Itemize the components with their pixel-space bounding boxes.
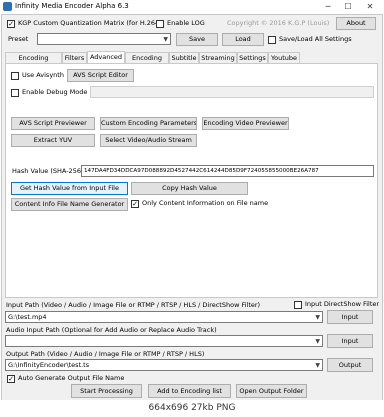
input-path-value: G:\test.mp4 bbox=[8, 313, 47, 321]
tab-encoding-list[interactable]: Encoding List bbox=[125, 52, 169, 72]
output-button[interactable]: Output bbox=[327, 358, 373, 372]
input-directshow-checkbox[interactable] bbox=[294, 301, 302, 309]
tab-encoding-options[interactable]: Encoding Options bbox=[5, 52, 62, 72]
avs-script-previewer-button[interactable]: AVS Script Previewer bbox=[11, 117, 95, 130]
tab-youtube[interactable]: Youtube bbox=[268, 52, 300, 63]
tab-advanced[interactable]: Advanced bbox=[87, 51, 125, 63]
kgp-matrix-checkbox[interactable]: ✓ bbox=[7, 20, 15, 28]
chevron-down-icon: ▼ bbox=[315, 338, 320, 345]
minimize-icon[interactable]: ─ bbox=[318, 0, 338, 14]
tab-streaming[interactable]: Streaming bbox=[199, 52, 237, 63]
app-icon bbox=[3, 2, 12, 11]
preset-label: Preset bbox=[8, 35, 29, 43]
get-hash-button[interactable]: Get Hash Value from Input File bbox=[11, 182, 128, 195]
tab-filters[interactable]: Filters bbox=[62, 52, 87, 63]
debug-path-field bbox=[90, 86, 374, 98]
use-avisynth-checkbox[interactable] bbox=[11, 72, 19, 80]
window-title: Infinity Media Encoder Alpha 6.3 bbox=[15, 2, 129, 10]
input-path-select[interactable]: G:\test.mp4 ▼ bbox=[5, 311, 323, 323]
only-content-info-label: Only Content Information on File name bbox=[142, 199, 269, 207]
title-bar: Infinity Media Encoder Alpha 6.3 ─ ☐ ✕ bbox=[0, 0, 384, 14]
select-video-audio-stream-button[interactable]: Select Video/Audio Stream bbox=[100, 134, 197, 147]
input-path-label: Input Path (Video / Audio / Image File o… bbox=[6, 301, 261, 309]
tab-settings[interactable]: Settings bbox=[237, 52, 268, 63]
chevron-down-icon: ▼ bbox=[315, 362, 320, 369]
audio-input-button[interactable]: Input bbox=[327, 334, 373, 348]
open-output-folder-button[interactable]: Open Output Folder bbox=[236, 384, 307, 398]
auto-generate-checkbox[interactable]: ✓ bbox=[7, 375, 15, 383]
main-frame: ✓ KGP Custom Quantization Matrix (for H.… bbox=[1, 14, 383, 402]
add-to-encoding-list-button[interactable]: Add to Encoding list bbox=[148, 384, 231, 398]
audio-input-label: Audio Input Path (Optional for Add Audio… bbox=[6, 326, 217, 334]
saveload-all-checkbox[interactable] bbox=[268, 36, 276, 44]
content-info-generator-button[interactable]: Content Info File Name Generator bbox=[11, 198, 128, 211]
preset-save-button[interactable]: Save bbox=[176, 33, 218, 46]
hash-value-field[interactable]: 147DA4FD34DDCA97D088892D4527442C614244D8… bbox=[81, 165, 374, 177]
image-info-text: 664x696 27kb PNG bbox=[148, 403, 236, 413]
avs-script-editor-button[interactable]: AVS Script Editor bbox=[67, 69, 134, 82]
maximize-icon[interactable]: ☐ bbox=[338, 0, 358, 14]
tab-subtitle[interactable]: Subtitle bbox=[169, 52, 199, 63]
debug-mode-label: Enable Debug Mode bbox=[22, 88, 88, 96]
custom-encoding-parameters-button[interactable]: Custom Encoding Parameters bbox=[100, 117, 197, 130]
auto-generate-label: Auto Generate Output File Name bbox=[18, 374, 125, 382]
enable-log-label: Enable LOG bbox=[167, 19, 205, 27]
advanced-panel: Use Avisynth AVS Script Editor Enable De… bbox=[5, 63, 378, 298]
output-path-label: Output Path (Video / Audio / Image File … bbox=[6, 350, 205, 358]
app-window: Infinity Media Encoder Alpha 6.3 ─ ☐ ✕ ✓… bbox=[0, 0, 384, 417]
audio-input-select[interactable]: ▼ bbox=[5, 335, 323, 347]
chevron-down-icon: ▼ bbox=[315, 314, 320, 321]
saveload-all-label: Save/Load All Settings bbox=[279, 35, 352, 43]
chevron-down-icon: ▼ bbox=[163, 36, 168, 43]
copyright-text: Copyright © 2016 K.G.P (Louis) bbox=[227, 19, 330, 27]
close-icon[interactable]: ✕ bbox=[360, 0, 380, 14]
encoding-video-previewer-button[interactable]: Encoding Video Previewer bbox=[202, 117, 289, 130]
use-avisynth-label: Use Avisynth bbox=[22, 71, 64, 79]
kgp-matrix-label: KGP Custom Quantization Matrix (for H.26… bbox=[18, 19, 162, 27]
output-path-select[interactable]: G:\InfinityEncoder\test.ts ▼ bbox=[5, 359, 323, 371]
enable-log-checkbox[interactable] bbox=[156, 20, 164, 28]
preset-load-button[interactable]: Load bbox=[222, 33, 264, 46]
start-processing-button[interactable]: Start Processing bbox=[71, 384, 142, 398]
copy-hash-button[interactable]: Copy Hash Value bbox=[131, 182, 248, 195]
preset-select[interactable]: ▼ bbox=[37, 33, 171, 45]
input-button[interactable]: Input bbox=[327, 310, 373, 324]
input-directshow-label: Input DirectShow Filter bbox=[305, 300, 380, 308]
output-path-value: G:\InfinityEncoder\test.ts bbox=[8, 361, 90, 369]
hash-label: Hash Value (SHA-256) bbox=[12, 167, 84, 175]
about-button[interactable]: About bbox=[336, 17, 376, 30]
image-info-bar: 664x696 27kb PNG bbox=[0, 400, 384, 417]
extract-yuv-button[interactable]: Extract YUV bbox=[11, 134, 95, 147]
debug-mode-checkbox[interactable] bbox=[11, 89, 19, 97]
only-content-info-checkbox[interactable]: ✓ bbox=[131, 200, 139, 208]
